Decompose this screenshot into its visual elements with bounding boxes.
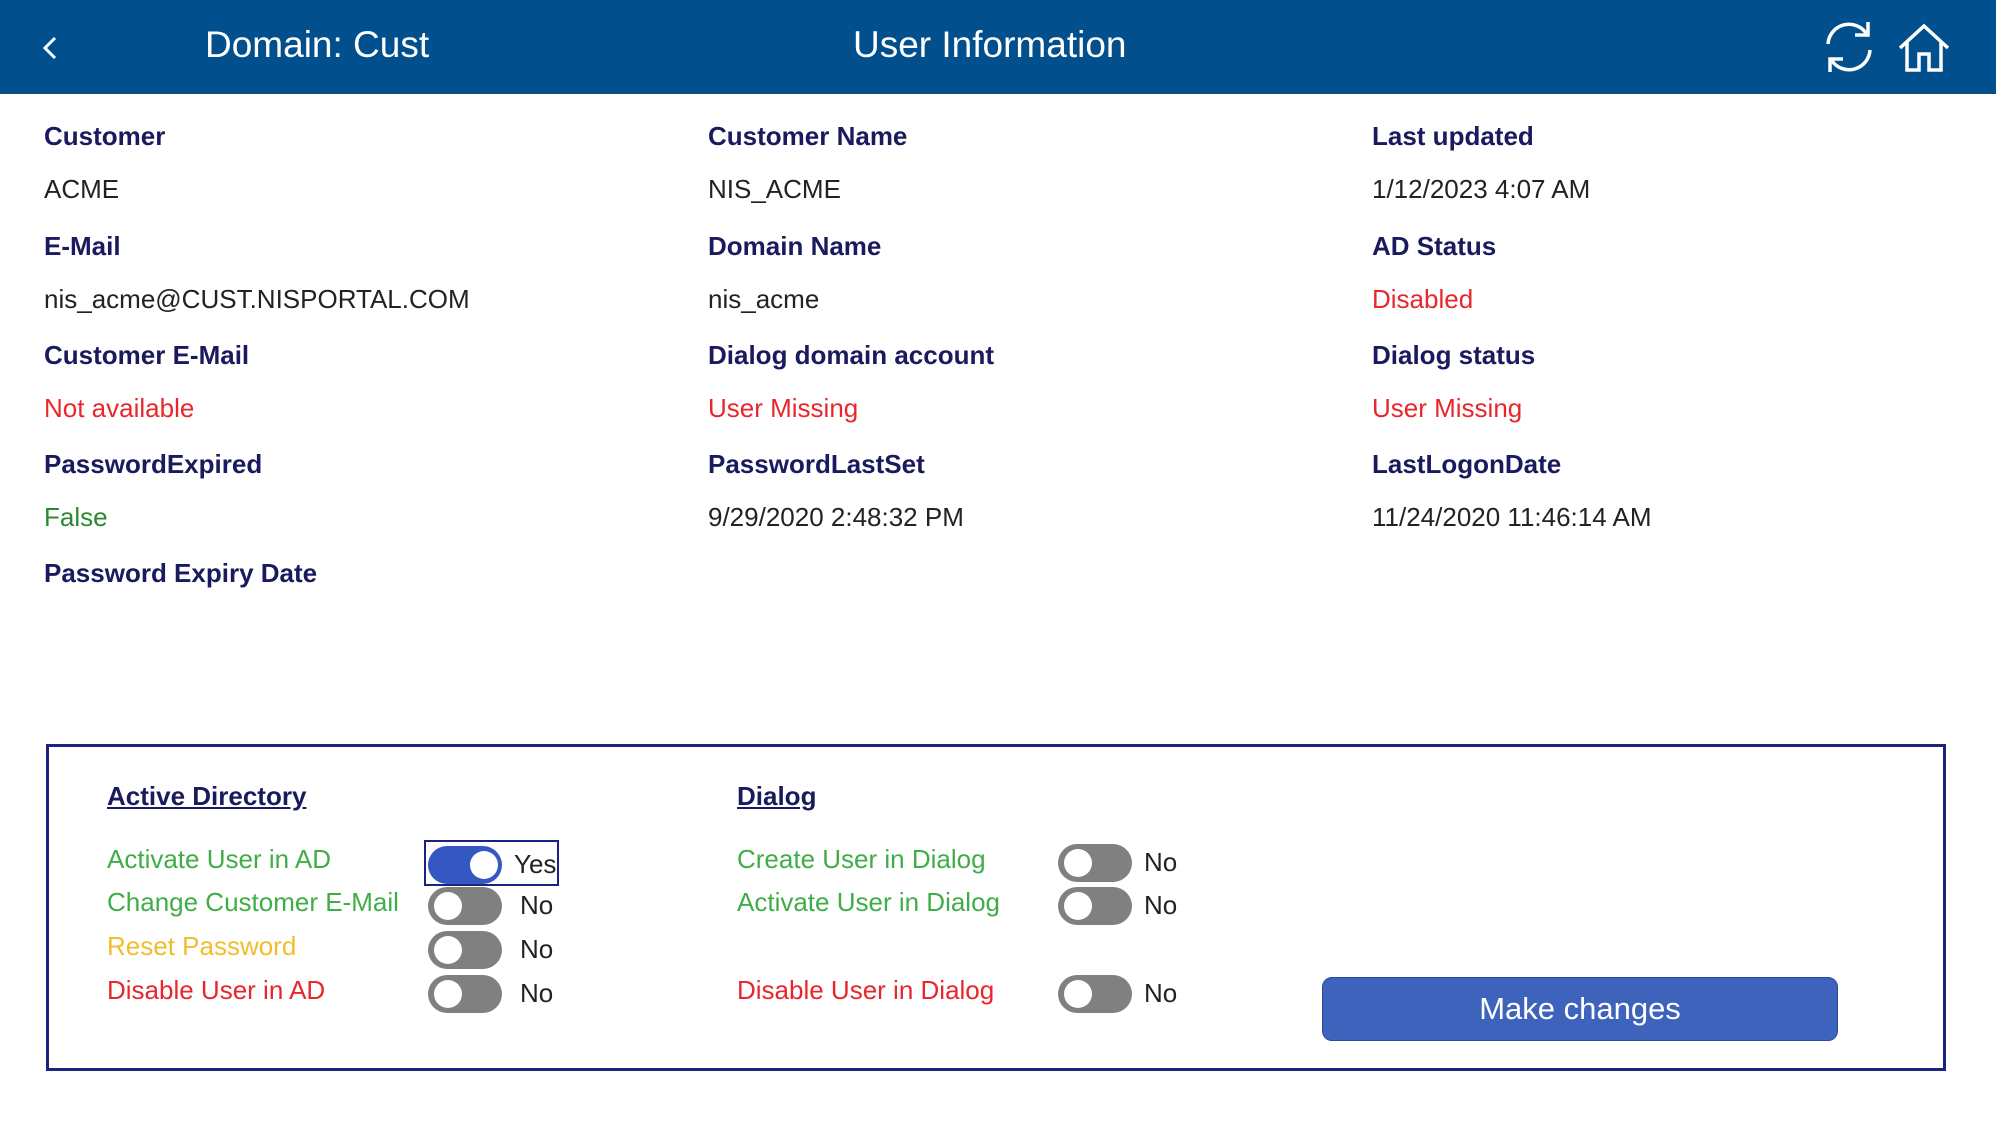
reset-password-toggle[interactable] [428, 931, 502, 969]
password-expired-value: False [44, 502, 108, 532]
active-directory-section-title: Active Directory [107, 781, 307, 811]
last-logon-date-value: 11/24/2020 11:46:14 AM [1372, 502, 1652, 532]
change-customer-email-label: Change Customer E-Mail [107, 887, 399, 917]
last-updated-value: 1/12/2023 4:07 AM [1372, 174, 1591, 204]
chevron-left-icon [42, 36, 57, 60]
dialog-domain-account-label: Dialog domain account [708, 340, 995, 370]
header-bar: Domain: Cust User Information [0, 0, 1996, 94]
email-field: E-Mail nis_acme@CUST.NISPORTAL.COM [44, 231, 470, 315]
activate-user-dialog-toggle[interactable] [1058, 887, 1132, 925]
home-button[interactable] [1896, 20, 1952, 76]
toggle-knob [434, 936, 462, 964]
password-last-set-field: PasswordLastSet 9/29/2020 2:48:32 PM [708, 449, 964, 533]
domain-name-value: nis_acme [708, 284, 820, 314]
make-changes-button[interactable]: Make changes [1322, 977, 1838, 1041]
create-user-dialog-label: Create User in Dialog [737, 844, 986, 874]
domain-title: Domain: Cust [205, 24, 430, 65]
disable-user-ad-state: No [520, 978, 554, 1008]
last-logon-date-label: LastLogonDate [1372, 449, 1562, 479]
customer-name-value: NIS_ACME [708, 174, 841, 204]
last-updated-field: Last updated 1/12/2023 4:07 AM [1372, 121, 1590, 205]
dialog-domain-account-field: Dialog domain account User Missing [708, 340, 994, 424]
email-value: nis_acme@CUST.NISPORTAL.COM [44, 284, 470, 314]
toggle-knob [434, 892, 462, 920]
change-customer-email-toggle[interactable] [428, 887, 502, 925]
toggle-knob [434, 980, 462, 1008]
last-updated-label: Last updated [1372, 121, 1534, 151]
activate-user-dialog-toggle-group: No [1056, 883, 1191, 929]
disable-user-dialog-toggle[interactable] [1058, 975, 1132, 1013]
domain-name-field: Domain Name nis_acme [708, 231, 881, 315]
create-user-dialog-toggle-group: No [1056, 840, 1191, 886]
customer-email-label: Customer E-Mail [44, 340, 250, 370]
password-last-set-label: PasswordLastSet [708, 449, 925, 479]
activate-user-dialog-label: Activate User in Dialog [737, 887, 1000, 917]
password-last-set-value: 9/29/2020 2:48:32 PM [708, 502, 964, 532]
password-expiry-date-field: Password Expiry Date [44, 558, 317, 611]
dialog-section-title: Dialog [737, 781, 817, 811]
disable-user-dialog-toggle-group: No [1056, 971, 1191, 1017]
refresh-button[interactable] [1818, 16, 1880, 78]
activate-user-ad-toggle[interactable] [428, 846, 502, 884]
password-expired-field: PasswordExpired False [44, 449, 262, 533]
disable-user-dialog-label: Disable User in Dialog [737, 975, 995, 1005]
back-button[interactable] [30, 22, 74, 72]
customer-email-field: Customer E-Mail Not available [44, 340, 249, 424]
activate-user-ad-state: Yes [514, 849, 557, 879]
ad-status-value: Disabled [1372, 284, 1474, 314]
change-customer-email-state: No [520, 890, 554, 920]
create-user-dialog-state: No [1144, 847, 1178, 877]
toggle-knob [1064, 980, 1092, 1008]
customer-name-label: Customer Name [708, 121, 908, 151]
page-title: User Information [853, 24, 1127, 65]
actions-panel: Active Directory Dialog Activate User in… [46, 744, 1946, 1071]
toggle-knob [1064, 892, 1092, 920]
refresh-icon [1826, 22, 1872, 72]
domain-name-label: Domain Name [708, 231, 882, 261]
dialog-status-field: Dialog status User Missing [1372, 340, 1535, 424]
home-icon [1898, 23, 1950, 72]
customer-name-field: Customer Name NIS_ACME [708, 121, 907, 205]
change-customer-email-toggle-group: No [426, 883, 561, 929]
password-expiry-date-label: Password Expiry Date [44, 558, 318, 588]
dialog-status-label: Dialog status [1372, 340, 1536, 370]
disable-user-ad-toggle[interactable] [428, 975, 502, 1013]
ad-status-label: AD Status [1372, 231, 1497, 261]
reset-password-toggle-group: No [426, 927, 561, 973]
dialog-domain-account-value: User Missing [708, 393, 859, 423]
reset-password-label: Reset Password [107, 931, 297, 961]
activate-user-dialog-state: No [1144, 890, 1178, 920]
last-logon-date-field: LastLogonDate 11/24/2020 11:46:14 AM [1372, 449, 1652, 533]
password-expired-label: PasswordExpired [44, 449, 263, 479]
email-label: E-Mail [44, 231, 121, 261]
reset-password-state: No [520, 934, 554, 964]
dialog-status-value: User Missing [1372, 393, 1523, 423]
customer-field: Customer ACME [44, 121, 165, 205]
toggle-knob [1064, 849, 1092, 877]
activate-user-ad-label: Activate User in AD [107, 844, 331, 874]
create-user-dialog-toggle[interactable] [1058, 844, 1132, 882]
disable-user-ad-toggle-group: No [426, 971, 561, 1017]
disable-user-dialog-state: No [1144, 978, 1178, 1008]
activate-user-ad-toggle-group: Yes [424, 840, 559, 886]
disable-user-ad-label: Disable User in AD [107, 975, 326, 1005]
customer-email-value: Not available [44, 393, 195, 423]
ad-status-field: AD Status Disabled [1372, 231, 1496, 315]
customer-value: ACME [44, 174, 120, 204]
toggle-knob [470, 851, 498, 879]
customer-label: Customer [44, 121, 166, 151]
